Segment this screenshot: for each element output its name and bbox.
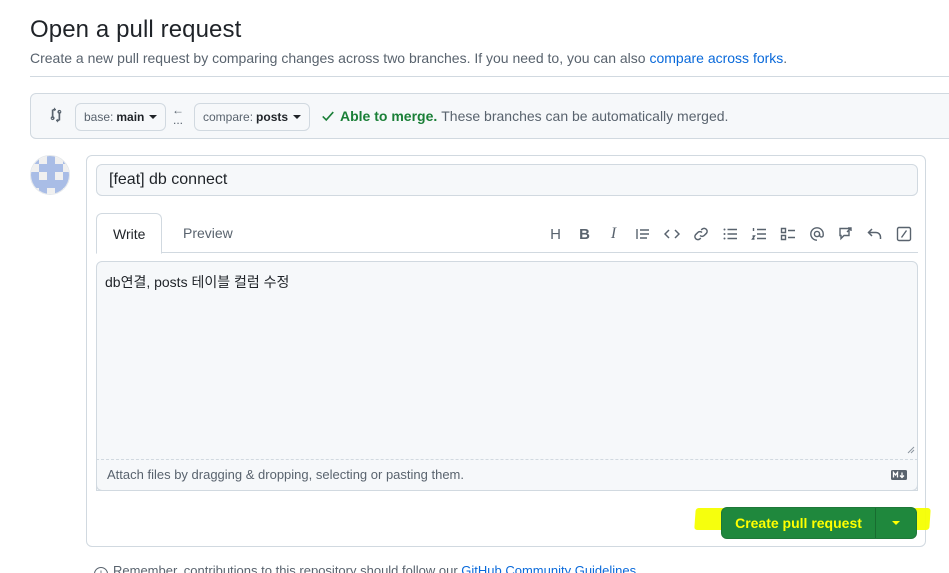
- check-icon: [322, 111, 334, 122]
- unordered-list-icon[interactable]: [715, 223, 744, 245]
- link-icon[interactable]: [686, 223, 715, 245]
- create-pull-request-button[interactable]: Create pull request: [722, 508, 876, 538]
- avatar[interactable]: [30, 155, 70, 195]
- reference-icon[interactable]: [831, 223, 860, 245]
- community-guidelines-link[interactable]: GitHub Community Guidelines: [461, 563, 636, 573]
- mention-icon[interactable]: [802, 223, 831, 245]
- git-compare-icon: [50, 107, 62, 123]
- chevron-down-icon: [892, 521, 900, 525]
- identicon-icon: [31, 156, 69, 194]
- markdown-icon: [891, 470, 907, 480]
- quote-icon[interactable]: [628, 223, 657, 245]
- create-options-dropdown[interactable]: [876, 508, 916, 538]
- code-icon[interactable]: [657, 223, 686, 245]
- tab-preview[interactable]: Preview: [167, 213, 249, 253]
- editor-tabs: Write Preview H B I: [96, 213, 918, 254]
- task-list-icon[interactable]: [773, 223, 802, 245]
- attach-files-bar[interactable]: Attach files by dragging & dropping, sel…: [96, 459, 918, 491]
- base-branch-select[interactable]: base: main: [75, 103, 167, 131]
- header-divider: [30, 76, 949, 77]
- arrow-left-icon: ← ...: [172, 103, 184, 127]
- pr-title-input[interactable]: [96, 164, 918, 196]
- resize-handle-icon[interactable]: [907, 446, 915, 454]
- markdown-toolbar: H B I: [541, 223, 918, 245]
- compare-across-forks-link[interactable]: compare across forks: [649, 50, 783, 66]
- bold-icon[interactable]: B: [570, 223, 599, 245]
- create-pull-request-group: Create pull request: [721, 507, 917, 539]
- tab-write[interactable]: Write: [96, 213, 163, 254]
- italic-icon[interactable]: I: [599, 223, 628, 245]
- pull-request-form: Write Preview H B I db연결, posts 테이블 컬럼 수…: [86, 155, 926, 547]
- branch-compare-bar: base: main ← ... compare: posts Able to me…: [30, 93, 949, 139]
- ordered-list-icon[interactable]: [744, 223, 773, 245]
- pr-body-text: db연결, posts 테이블 컬럼 수정: [105, 274, 290, 290]
- chevron-down-icon: [293, 115, 302, 119]
- page-title: Open a pull request: [30, 16, 242, 43]
- pr-body-textarea[interactable]: db연결, posts 테이블 컬럼 수정: [96, 261, 918, 491]
- chevron-down-icon: [149, 115, 158, 119]
- contribution-note: !Remember, contributions to this reposit…: [94, 563, 636, 573]
- heading-icon[interactable]: H: [541, 223, 570, 245]
- undo-icon[interactable]: [860, 223, 889, 245]
- info-icon: !: [94, 567, 108, 573]
- merge-status: Able to merge. These branches can be aut…: [321, 108, 728, 124]
- slash-command-icon[interactable]: [889, 223, 918, 245]
- page-subtitle: Create a new pull request by comparing c…: [30, 50, 788, 66]
- compare-branch-select[interactable]: compare: posts: [194, 103, 311, 131]
